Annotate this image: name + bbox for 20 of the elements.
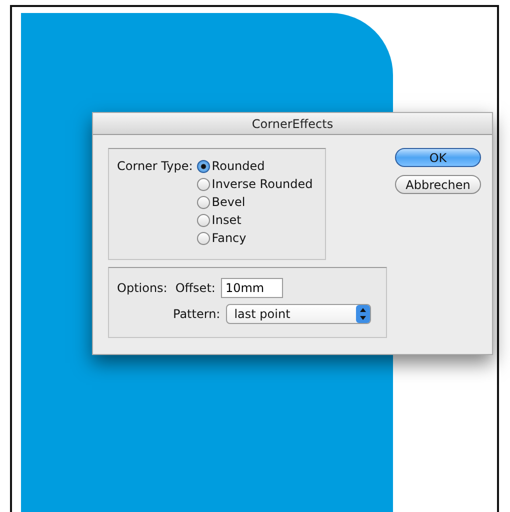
ok-button[interactable]: OK: [395, 148, 481, 167]
offset-field[interactable]: 10mm: [221, 278, 284, 298]
radio-button[interactable]: [196, 196, 210, 208]
pattern-dropdown[interactable]: last point: [226, 304, 372, 324]
radio-button[interactable]: [196, 178, 210, 190]
radio-button[interactable]: [196, 214, 210, 226]
pattern-label: Pattern:: [173, 307, 220, 321]
radio-label[interactable]: Fancy: [212, 231, 246, 245]
radio-label[interactable]: Inverse Rounded: [212, 177, 313, 191]
radio-button[interactable]: [196, 232, 210, 244]
radio-label[interactable]: Rounded: [212, 159, 265, 173]
offset-label: Offset:: [175, 281, 216, 295]
dialog-title: CornerEffects: [93, 113, 492, 135]
stepper-icon: [356, 305, 370, 323]
cancel-button[interactable]: Abbrechen: [395, 175, 481, 194]
radio-label[interactable]: Inset: [212, 213, 242, 227]
radio-label[interactable]: Bevel: [212, 195, 246, 209]
options-label: Options:: [117, 281, 168, 295]
radio-button[interactable]: [196, 160, 210, 172]
corner-type-label: Corner Type:: [117, 159, 193, 173]
